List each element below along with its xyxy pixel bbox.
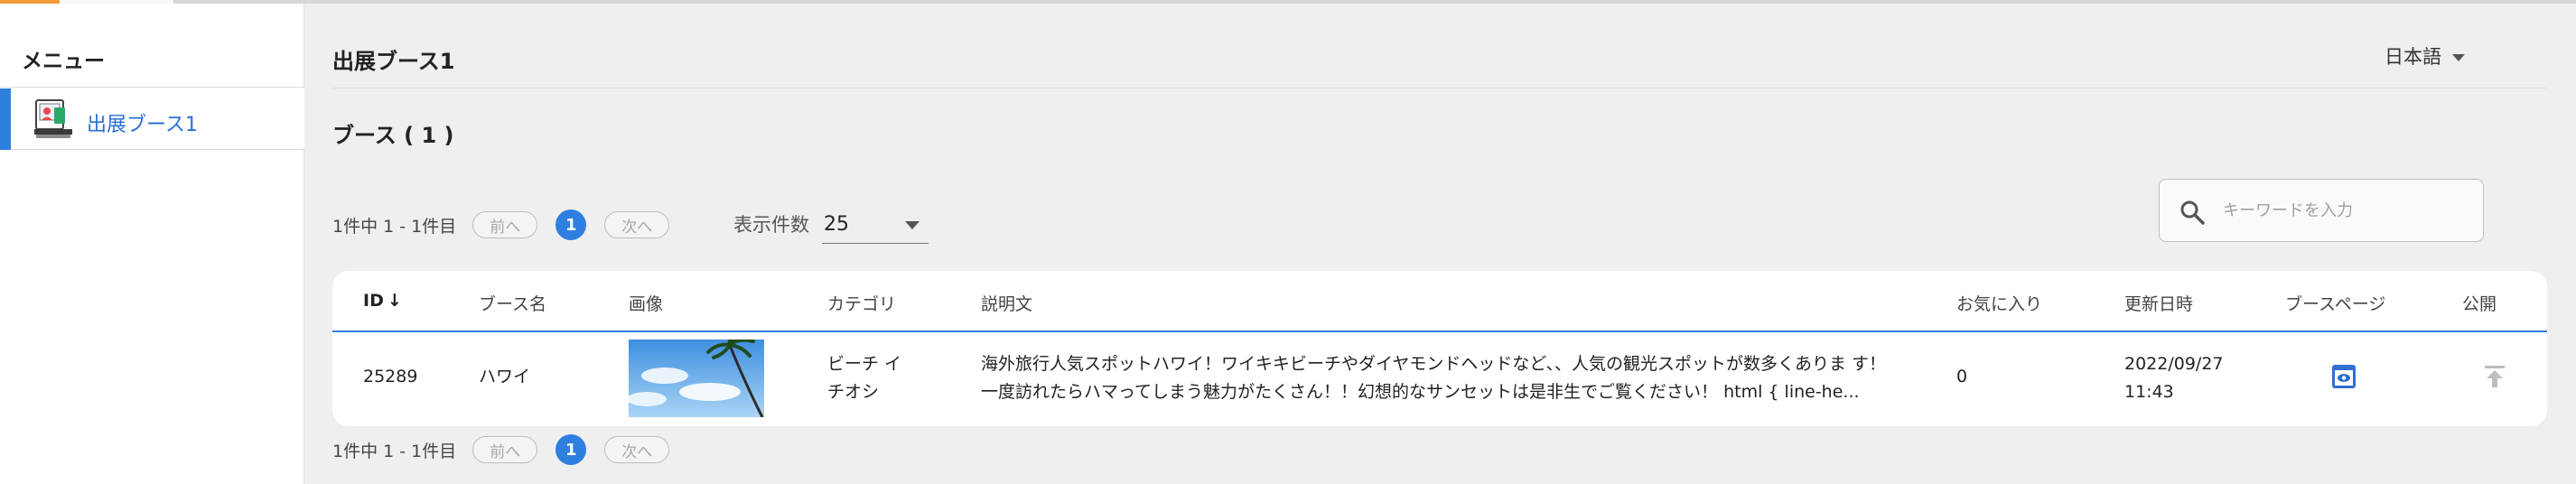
- search-input[interactable]: [2223, 192, 2467, 228]
- language-selector[interactable]: 日本語: [2385, 42, 2465, 70]
- prev-button[interactable]: 前へ: [472, 436, 538, 463]
- column-header-category: カテゴリ: [827, 294, 897, 314]
- page-number[interactable]: 1: [555, 209, 587, 240]
- section-title: ブース ( 1 ): [332, 123, 454, 148]
- sidebar: メニュー 出展ブース1: [0, 4, 304, 484]
- cell-name: ハワイ: [479, 367, 531, 386]
- column-header-image: 画像: [629, 294, 664, 314]
- category-line-1: ビーチ イ: [827, 354, 902, 374]
- publish-upload-icon[interactable]: [2482, 363, 2507, 390]
- column-header-favorites: お気に入り: [1956, 294, 2043, 314]
- sidebar-item-booth[interactable]: 出展ブース1: [0, 88, 304, 150]
- menu-title: メニュー: [22, 50, 105, 73]
- pagination-bottom: 1件中 1 - 1件目 前へ 1 次へ: [332, 434, 687, 465]
- cell-id: 25289: [363, 367, 418, 386]
- active-indicator: [0, 88, 11, 150]
- main-content: 出展ブース1 日本語 ブース ( 1 ) 1件中 1 - 1件目 前へ 1 次へ…: [305, 4, 2576, 484]
- beach-image: [629, 340, 764, 417]
- language-label: 日本語: [2385, 46, 2441, 68]
- next-button[interactable]: 次へ: [604, 211, 670, 238]
- column-header-id[interactable]: ID ↓: [363, 291, 402, 311]
- search-icon: [2180, 200, 2205, 225]
- page-title: 出展ブース1: [332, 49, 455, 74]
- per-page-label: 表示件数: [733, 214, 809, 236]
- booth-page-view-icon[interactable]: [2330, 363, 2357, 390]
- pagination-top: 1件中 1 - 1件目 前へ 1 次へ: [332, 209, 687, 240]
- per-page-value: 25: [824, 213, 849, 236]
- booth-table: ID ↓ ブース名 画像 カテゴリ 説明文 お気に入り 更新日時 ブースページ 公…: [332, 271, 2547, 426]
- column-header-description: 説明文: [981, 294, 1033, 314]
- sidebar-item-label: 出展ブース1: [87, 114, 198, 136]
- cell-description: 海外旅行人気スポットハワイ！ワイキキビーチやダイヤモンドヘッドなど、、人気の観光…: [981, 354, 1887, 402]
- booth-icon: [34, 99, 72, 138]
- result-range: 1件中 1 - 1件目: [332, 441, 457, 461]
- updated-time: 11:43: [2124, 382, 2174, 402]
- table-header: ID ↓ ブース名 画像 カテゴリ 説明文 お気に入り 更新日時 ブースページ 公…: [332, 271, 2547, 332]
- column-header-updated: 更新日時: [2124, 294, 2194, 314]
- search-box: [2159, 179, 2484, 242]
- column-header-name: ブース名: [479, 294, 547, 314]
- chevron-down-icon: [905, 221, 919, 229]
- menu-divider: [0, 87, 304, 88]
- result-range: 1件中 1 - 1件目: [332, 216, 457, 237]
- updated-date: 2022/09/27: [2124, 354, 2224, 374]
- column-header-publish: 公開: [2462, 294, 2497, 314]
- prev-button[interactable]: 前へ: [472, 211, 538, 238]
- table-row[interactable]: 25289 ハワイ ビーチ イ チオシ 海外旅行人気スポットハワイ！ワイキキビー…: [332, 334, 2547, 426]
- booth-thumbnail[interactable]: [629, 340, 764, 417]
- per-page-select[interactable]: 25: [822, 204, 929, 244]
- cell-updated: 2022/09/27 11:43: [2124, 350, 2224, 406]
- next-button[interactable]: 次へ: [604, 436, 670, 463]
- chevron-down-icon: [2452, 54, 2465, 61]
- sort-arrow-icon: ↓: [387, 291, 402, 311]
- category-line-2: チオシ: [827, 382, 880, 402]
- cell-favorites: 0: [1956, 367, 1968, 386]
- page-number[interactable]: 1: [555, 434, 587, 465]
- column-header-booth-page: ブースページ: [2285, 294, 2386, 314]
- cell-category: ビーチ イ チオシ: [827, 350, 901, 406]
